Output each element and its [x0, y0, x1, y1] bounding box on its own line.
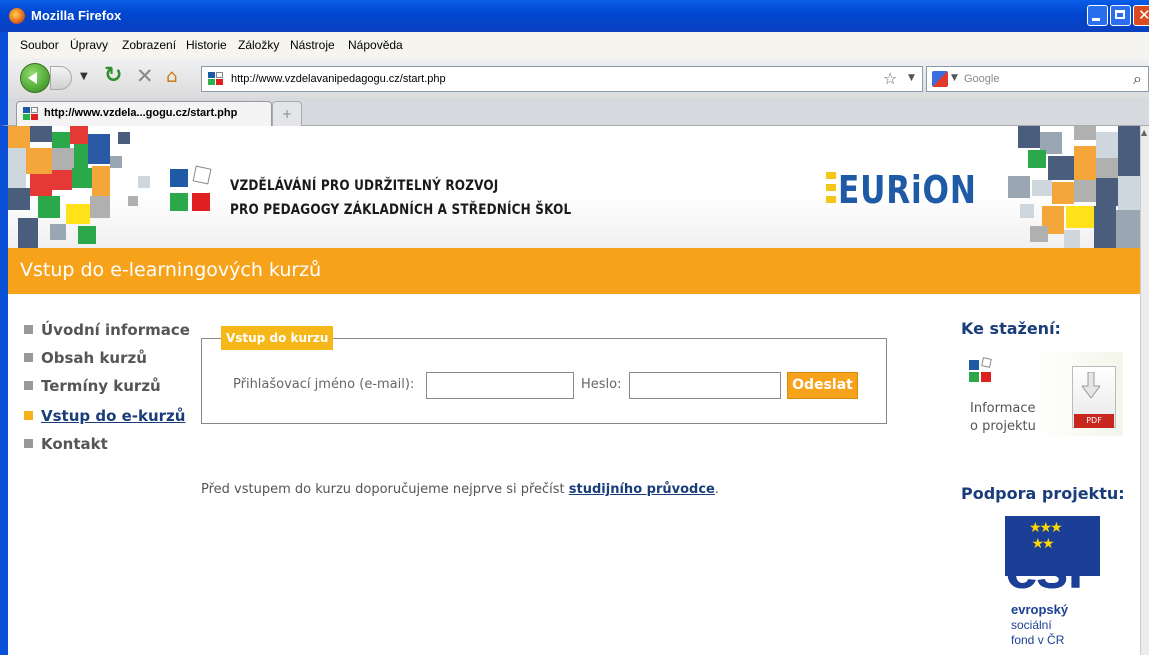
- project-logo-icon: [170, 165, 214, 211]
- eurion-bars-icon: [826, 172, 836, 212]
- downloads-title: Ke stažení:: [961, 319, 1061, 338]
- search-engine-dropdown-icon[interactable]: ▼: [951, 73, 958, 83]
- url-dropdown-icon[interactable]: ▼: [908, 73, 915, 83]
- window-border: [0, 126, 8, 655]
- tab-title[interactable]: http://www.vzdela...gogu.cz/start.php: [44, 107, 237, 119]
- menu-zobrazeni[interactable]: Zobrazení: [122, 38, 176, 52]
- esf-line2: sociální: [1011, 618, 1052, 632]
- bullet-icon: [24, 411, 33, 420]
- menu-historie[interactable]: Historie: [186, 38, 227, 52]
- notice-text: Před vstupem do kurzu doporučujeme nejpr…: [201, 482, 719, 497]
- reload-icon[interactable]: ↻: [104, 63, 122, 88]
- email-label: Přihlašovací jméno (e-mail):: [233, 377, 415, 392]
- page-title-bar: Vstup do e-learningových kurzů: [8, 248, 1140, 294]
- nav-item-kontakt[interactable]: Kontakt: [24, 435, 108, 453]
- project-info-label[interactable]: Informace o projektu: [970, 400, 1036, 436]
- window-title: Mozilla Firefox: [31, 8, 122, 23]
- nav-item-obsah-kurzu[interactable]: Obsah kurzů: [24, 349, 147, 367]
- menu-napoveda[interactable]: Nápověda: [348, 38, 403, 52]
- esf-logo[interactable]: ★★★ ★★ esf evropský sociální fond v ČR: [1005, 516, 1100, 651]
- search-bar[interactable]: ▼ Google ⌕: [926, 66, 1149, 92]
- menu-bar: Soubor Úpravy Zobrazení Historie Záložky…: [0, 32, 1149, 58]
- pdf-icon[interactable]: PDF: [1068, 362, 1118, 432]
- login-legend: Vstup do kurzu: [221, 326, 334, 350]
- nav-item-uvodni-informace[interactable]: Úvodní informace: [24, 321, 190, 339]
- password-label: Heslo:: [581, 377, 622, 392]
- password-field[interactable]: [629, 372, 781, 399]
- site-favicon-icon: [208, 72, 224, 86]
- back-button[interactable]: [20, 63, 50, 93]
- minimize-button[interactable]: [1087, 5, 1108, 26]
- project-logo-icon: [969, 357, 993, 384]
- window-titlebar: Mozilla Firefox: [0, 0, 1149, 32]
- bullet-icon: [24, 439, 33, 448]
- bookmark-star-icon[interactable]: ☆: [883, 69, 897, 88]
- tab-start[interactable]: http://www.vzdela...gogu.cz/start.php: [16, 101, 272, 126]
- url-bar[interactable]: http://www.vzdelavanipedagogu.cz/start.p…: [201, 66, 923, 92]
- close-button[interactable]: [1133, 5, 1149, 26]
- bullet-icon: [24, 353, 33, 362]
- menu-upravy[interactable]: Úpravy: [70, 38, 108, 52]
- search-engine-icon[interactable]: [932, 71, 948, 87]
- search-placeholder[interactable]: Google: [964, 73, 999, 85]
- search-icon[interactable]: ⌕: [1133, 69, 1142, 89]
- nav-item-terminy-kurzu[interactable]: Termíny kurzů: [24, 377, 161, 395]
- menu-soubor[interactable]: Soubor: [20, 38, 59, 52]
- page-title: Vstup do e-learningových kurzů: [20, 259, 322, 281]
- header-title-line1: VZDĚLÁVÁNÍ PRO UDRŽITELNÝ ROZVOJ: [230, 178, 499, 194]
- header-title-line2: PRO PEDAGOGY ZÁKLADNÍCH A STŘEDNÍCH ŠKOL: [230, 202, 572, 218]
- history-dropdown-icon[interactable]: ▼: [80, 71, 88, 82]
- bullet-icon: [24, 381, 33, 390]
- maximize-button[interactable]: [1110, 5, 1131, 26]
- esf-wordmark: esf: [1005, 534, 1086, 601]
- study-guide-link[interactable]: studijního průvodce: [569, 482, 715, 497]
- nav-item-vstup-do-e-kurzu[interactable]: Vstup do e-kurzů: [24, 407, 185, 425]
- new-tab-button[interactable]: +: [272, 101, 302, 126]
- tab-favicon-icon: [23, 107, 39, 121]
- firefox-icon: [9, 8, 25, 24]
- pdf-tag: PDF: [1074, 414, 1114, 428]
- header-title: VZDĚLÁVÁNÍ PRO UDRŽITELNÝ ROZVOJ PRO PED…: [230, 174, 571, 222]
- url-text[interactable]: http://www.vzdelavanipedagogu.cz/start.p…: [231, 73, 446, 85]
- submit-button[interactable]: Odeslat: [787, 372, 858, 399]
- esf-line3: fond v ČR: [1011, 633, 1065, 647]
- bullet-icon: [24, 325, 33, 334]
- menu-zalozky[interactable]: Záložky: [238, 38, 279, 52]
- eurion-logo: EURiON: [838, 168, 977, 212]
- esf-line1: evropský: [1011, 602, 1069, 617]
- home-icon[interactable]: ⌂: [166, 66, 177, 87]
- scroll-up-icon[interactable]: ▲: [1141, 128, 1147, 137]
- email-field[interactable]: [426, 372, 574, 399]
- stop-icon[interactable]: ✕: [136, 64, 154, 88]
- menu-nastroje[interactable]: Nástroje: [290, 38, 335, 52]
- page-scrollbar[interactable]: [1140, 126, 1149, 655]
- support-title: Podpora projektu:: [961, 484, 1125, 503]
